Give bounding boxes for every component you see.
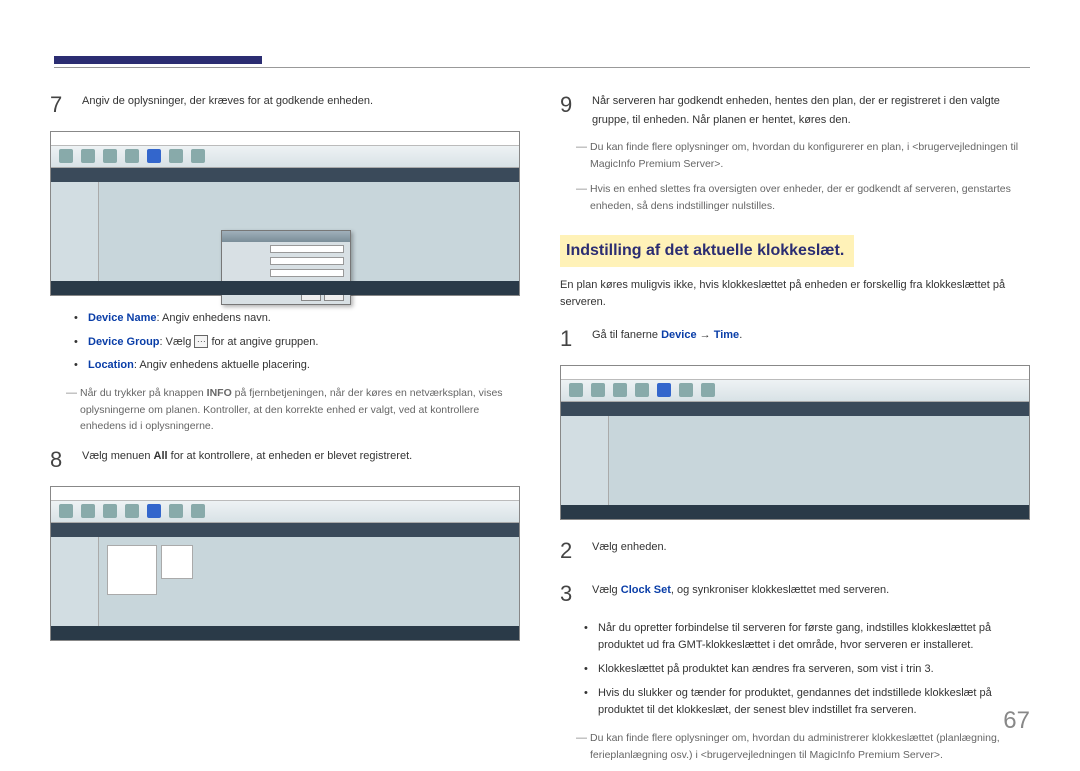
step-2: 2 Vælg enheden. [560,534,1030,567]
term-device-group: Device Group [88,336,160,348]
text-b: , og synkroniser klokkeslættet med serve… [671,584,889,596]
step-number: 8 [50,443,68,476]
step-text: Vælg enheden. [592,534,1030,567]
term-location: Location [88,359,134,371]
step-text: Angiv de oplysninger, der kræves for at … [82,88,520,121]
right-column: 9 Når serveren har godkendt enheden, hen… [560,88,1030,771]
clock-note: Du kan finde flere oplysninger om, hvord… [576,730,1030,764]
step-text: Når serveren har godkendt enheden, hente… [592,88,1030,129]
step-text: Vælg Clock Set, og synkroniser klokkeslæ… [592,577,1030,610]
screenshot-approve-device [50,131,520,296]
bullet-location: Location: Angiv enhedens aktuelle placer… [74,357,520,375]
text-a: Vælg menuen [82,450,154,462]
step7-note: Når du trykker på knappen INFO på fjernb… [66,385,520,435]
term-device-name: Device Name [88,312,157,324]
step-7: 7 Angiv de oplysninger, der kræves for a… [50,88,520,121]
step-number: 7 [50,88,68,121]
bullet-1: Når du opretter forbindelse til serveren… [584,620,1030,655]
bullet-text: : Angiv enhedens aktuelle placering. [134,359,310,371]
step-number: 3 [560,577,578,610]
bullet-device-name: Device Name: Angiv enhedens navn. [74,310,520,328]
step-text: Vælg menuen All for at kontrollere, at e… [82,443,520,476]
header-divider [54,67,1030,68]
bullet-2: Klokkeslættet på produktet kan ændres fr… [584,661,1030,679]
arrow: → [697,329,714,341]
note-text-a: Når du trykker på knappen [80,387,207,399]
info-bold: INFO [207,387,232,399]
step-text: Gå til fanerne Device → Time. [592,322,1030,355]
term-device: Device [661,329,696,341]
screenshot-device-time [560,365,1030,520]
screenshot-all-menu [50,486,520,641]
step-number: 9 [560,88,578,129]
text-a: Vælg [592,584,621,596]
bullet-device-group: Device Group: Vælg ⋯ for at angive grupp… [74,334,520,352]
bullet-text-a: : Vælg [160,336,195,348]
all-bold: All [154,450,168,462]
step-number: 2 [560,534,578,567]
header-accent-bar [54,56,262,64]
step7-bullets: Device Name: Angiv enhedens navn. Device… [74,310,520,375]
text-b: for at kontrollere, at enheden er blevet… [168,450,413,462]
term-time: Time [714,329,739,341]
step-1: 1 Gå til fanerne Device → Time. [560,322,1030,355]
ellipsis-button-icon: ⋯ [194,335,208,348]
step-8: 8 Vælg menuen All for at kontrollere, at… [50,443,520,476]
step-9: 9 Når serveren har godkendt enheden, hen… [560,88,1030,129]
step-3: 3 Vælg Clock Set, og synkroniser klokkes… [560,577,1030,610]
section-intro: En plan køres muligvis ikke, hvis klokke… [560,277,1030,312]
bullet-text-b: for at angive gruppen. [208,336,318,348]
period: . [739,329,742,341]
left-column: 7 Angiv de oplysninger, der kræves for a… [50,88,520,771]
step9-note1: Du kan finde flere oplysninger om, hvord… [576,139,1030,173]
bullet-3: Hvis du slukker og tænder for produktet,… [584,685,1030,720]
two-column-layout: 7 Angiv de oplysninger, der kræves for a… [50,88,1030,771]
clock-bullets: Når du opretter forbindelse til serveren… [584,620,1030,720]
section-heading-clock: Indstilling af det aktuelle klokkeslæt. [560,235,854,267]
term-clock-set: Clock Set [621,584,671,596]
step9-note2: Hvis en enhed slettes fra oversigten ove… [576,181,1030,215]
bullet-text: : Angiv enhedens navn. [157,312,271,324]
page-number: 67 [1003,703,1030,739]
text-a: Gå til fanerne [592,329,661,341]
step-number: 1 [560,322,578,355]
